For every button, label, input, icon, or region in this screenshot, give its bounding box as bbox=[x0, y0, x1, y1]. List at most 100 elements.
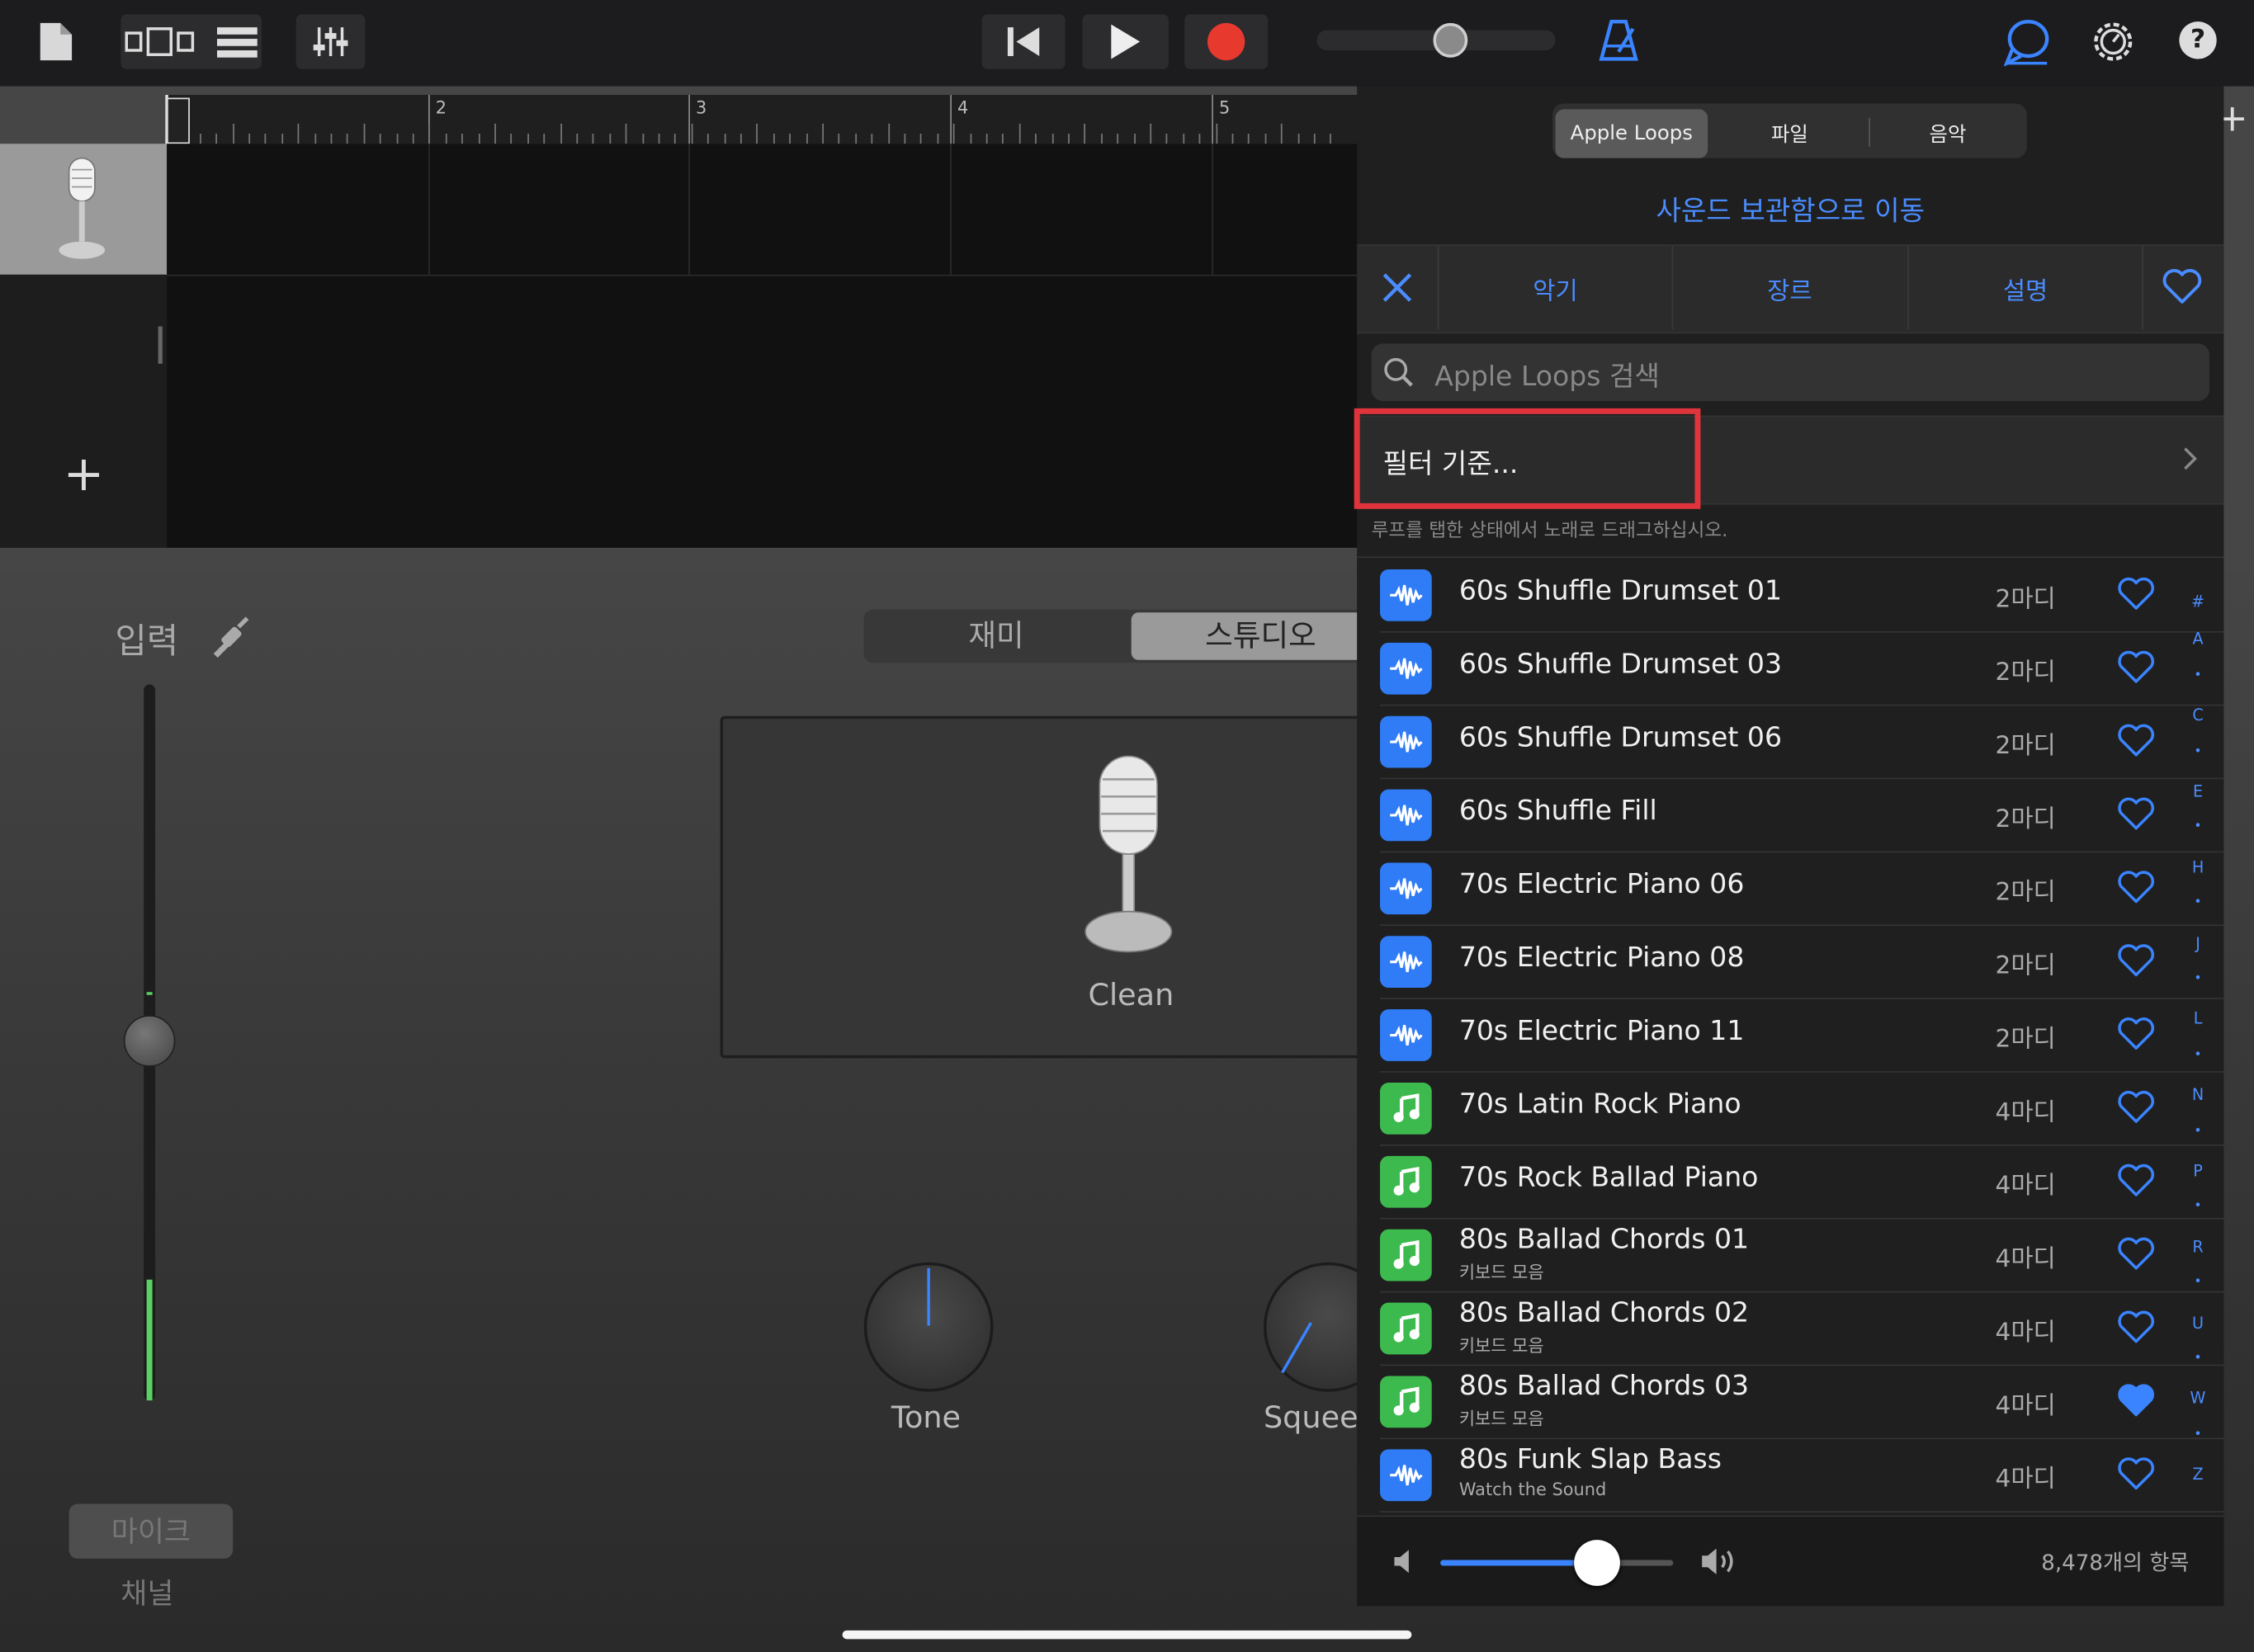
document-icon[interactable] bbox=[37, 20, 74, 63]
metronome-icon[interactable] bbox=[1599, 17, 1639, 69]
heart-icon[interactable] bbox=[2118, 870, 2155, 904]
loop-list-item[interactable]: 80s Ballad Chords 03 키보드 모음 4마디 bbox=[1380, 1365, 2224, 1440]
search-field[interactable]: Apple Loops 검색 bbox=[1371, 343, 2209, 402]
heart-icon[interactable] bbox=[2118, 650, 2155, 685]
alphabet-index-entry[interactable]: Z bbox=[2188, 1466, 2208, 1484]
loop-list-item[interactable]: 60s Shuffle Drumset 01 2마디 bbox=[1380, 558, 2224, 633]
heart-icon[interactable] bbox=[2118, 1236, 2155, 1271]
heart-icon[interactable] bbox=[2118, 1017, 2155, 1051]
preset-card[interactable]: Clean bbox=[720, 715, 1387, 1059]
heart-icon[interactable] bbox=[2118, 723, 2155, 758]
tracks-view-icon[interactable] bbox=[216, 26, 258, 57]
track-area[interactable] bbox=[167, 144, 1360, 548]
record-button[interactable] bbox=[1184, 14, 1269, 69]
master-volume-handle[interactable] bbox=[1433, 22, 1468, 58]
go-to-sound-library-link[interactable]: 사운드 보관함으로 이동 bbox=[1357, 190, 2223, 229]
heart-icon[interactable] bbox=[2118, 1456, 2155, 1491]
bar-line bbox=[1212, 94, 1213, 144]
alphabet-index-entry[interactable]: J bbox=[2188, 934, 2208, 953]
track-header-voice[interactable] bbox=[0, 144, 168, 275]
track-list-empty: + bbox=[0, 274, 168, 548]
alphabet-index-entry[interactable]: • bbox=[2188, 1276, 2208, 1290]
timeline-ruler[interactable]: 12345 bbox=[167, 94, 1360, 144]
tone-knob[interactable] bbox=[863, 1262, 994, 1392]
alphabet-index-entry[interactable]: • bbox=[2188, 972, 2208, 986]
alphabet-index-entry[interactable]: • bbox=[2188, 1428, 2208, 1442]
alphabet-index-entry[interactable]: U bbox=[2188, 1314, 2208, 1333]
loop-list-item[interactable]: 80s Ballad Chords 01 키보드 모음 4마디 bbox=[1380, 1218, 2224, 1293]
help-icon[interactable]: ? bbox=[2179, 21, 2217, 59]
mic-button[interactable]: 마이크 bbox=[69, 1503, 234, 1559]
playhead-handle[interactable] bbox=[167, 97, 190, 144]
heart-icon[interactable] bbox=[2118, 1163, 2155, 1198]
ruler-tick bbox=[200, 134, 201, 144]
input-gain-handle[interactable] bbox=[123, 1015, 176, 1067]
alphabet-index-entry[interactable]: P bbox=[2188, 1162, 2208, 1181]
loop-list-item[interactable]: 70s Latin Rock Piano 4마디 bbox=[1380, 1071, 2224, 1146]
heart-icon[interactable] bbox=[2118, 1310, 2155, 1344]
settings-icon[interactable] bbox=[2090, 19, 2136, 71]
heart-icon[interactable] bbox=[2118, 1383, 2155, 1418]
alphabet-index-entry[interactable]: • bbox=[2188, 820, 2208, 834]
preview-volume-slider[interactable] bbox=[1440, 1540, 1674, 1586]
loop-browser-panel: Apple Loops 파일 음악 사운드 보관함으로 이동 악기 장르 설명 … bbox=[1354, 86, 2224, 1607]
ruler-tick bbox=[740, 134, 742, 144]
loop-list-item[interactable]: 80s Ballad Chords 02 키보드 모음 4마디 bbox=[1380, 1291, 2224, 1366]
alphabet-index-entry[interactable]: R bbox=[2188, 1238, 2208, 1257]
rewind-button[interactable] bbox=[981, 14, 1066, 69]
heart-icon[interactable] bbox=[2118, 1090, 2155, 1125]
category-genre[interactable]: 장르 bbox=[1673, 246, 1906, 329]
alphabet-index-entry[interactable]: E bbox=[2188, 782, 2208, 801]
close-icon[interactable] bbox=[1380, 271, 1415, 311]
alphabet-index-entry[interactable]: # bbox=[2188, 592, 2208, 611]
alphabet-index-entry[interactable]: N bbox=[2188, 1086, 2208, 1105]
tab-apple-loops[interactable]: Apple Loops bbox=[1555, 109, 1708, 158]
ruler-tick bbox=[346, 134, 348, 144]
view-toggle-button[interactable] bbox=[120, 14, 262, 69]
alphabet-index-entry[interactable]: A bbox=[2188, 630, 2208, 649]
alphabet-index-entry[interactable]: W bbox=[2188, 1390, 2208, 1409]
favorites-heart-icon[interactable] bbox=[2162, 267, 2203, 310]
alphabet-index-entry[interactable]: H bbox=[2188, 858, 2208, 877]
mode-fun[interactable]: 재미 bbox=[864, 610, 1128, 663]
plus-icon[interactable]: + bbox=[64, 450, 105, 498]
ruler-tick bbox=[724, 134, 726, 144]
heart-icon[interactable] bbox=[2118, 577, 2155, 611]
heart-icon[interactable] bbox=[2118, 796, 2155, 831]
ruler-tick bbox=[1198, 134, 1201, 144]
tab-files[interactable]: 파일 bbox=[1711, 109, 1869, 158]
alphabet-index-entry[interactable]: • bbox=[2188, 1200, 2208, 1214]
alphabet-index-entry[interactable]: • bbox=[2188, 668, 2208, 682]
alphabet-index-entry[interactable]: • bbox=[2188, 1124, 2208, 1138]
loop-list-item[interactable]: 70s Electric Piano 11 2마디 bbox=[1380, 998, 2224, 1073]
category-descriptor[interactable]: 설명 bbox=[1909, 246, 2142, 329]
master-volume-slider[interactable] bbox=[1316, 22, 1556, 58]
loop-list-item[interactable]: 70s Electric Piano 08 2마디 bbox=[1380, 924, 2224, 999]
track-lane-voice[interactable] bbox=[167, 144, 1360, 276]
alphabet-index-entry[interactable]: L bbox=[2188, 1010, 2208, 1029]
channel-label: 채널 bbox=[120, 1575, 174, 1611]
loop-list-item[interactable]: 70s Rock Ballad Piano 4마디 bbox=[1380, 1145, 2224, 1220]
loop-list-item[interactable]: 80s Funk Slap Bass Watch the Sound 4마디 bbox=[1380, 1437, 2224, 1513]
loop-browser-icon[interactable] bbox=[2003, 17, 2050, 72]
alphabet-index-entry[interactable]: C bbox=[2188, 706, 2208, 725]
track-resize-handle[interactable] bbox=[158, 326, 163, 364]
loop-list-item[interactable]: 60s Shuffle Drumset 03 2마디 bbox=[1380, 631, 2224, 706]
play-button[interactable] bbox=[1082, 14, 1170, 69]
alphabet-index-entry[interactable]: • bbox=[2188, 1352, 2208, 1366]
guitar-cable-icon[interactable] bbox=[210, 612, 250, 664]
alphabet-index-entry[interactable]: • bbox=[2188, 1048, 2208, 1062]
loop-list-item[interactable]: 70s Electric Piano 06 2마디 bbox=[1380, 852, 2224, 927]
category-instrument[interactable]: 악기 bbox=[1439, 246, 1671, 329]
heart-icon[interactable] bbox=[2118, 943, 2155, 978]
tab-music[interactable]: 음악 bbox=[1872, 109, 2025, 158]
preview-volume-handle[interactable] bbox=[1573, 1540, 1620, 1586]
loop-list-item[interactable]: 60s Shuffle Drumset 06 2마디 bbox=[1380, 705, 2224, 780]
loop-list-item[interactable]: 60s Shuffle Fill 2마디 bbox=[1380, 778, 2224, 853]
mixer-button[interactable] bbox=[295, 14, 366, 69]
mixer-icon bbox=[313, 27, 348, 56]
alphabet-index-entry[interactable]: • bbox=[2188, 744, 2208, 758]
mode-studio[interactable]: 스튜디오 bbox=[1131, 612, 1391, 660]
garageband-window: ? 12345 + 입력 마이크 채널 재미 스튜디오 Clean Ton bbox=[0, 0, 2254, 1652]
alphabet-index-entry[interactable]: • bbox=[2188, 896, 2208, 910]
